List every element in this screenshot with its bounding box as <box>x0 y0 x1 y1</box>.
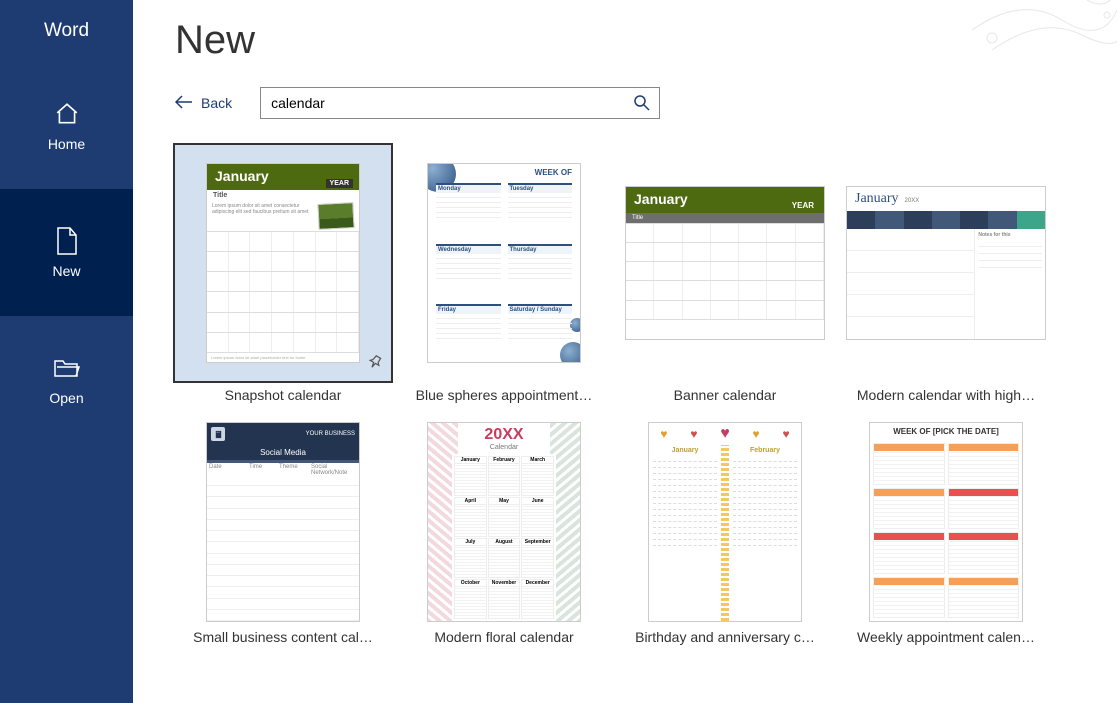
decorative-swirl <box>962 0 1117 90</box>
building-icon <box>211 427 225 441</box>
search-button[interactable] <box>630 91 654 115</box>
template-floral-calendar[interactable]: 20XX Calendar January February March Apr… <box>396 421 612 645</box>
heart-icon: ♥ <box>690 427 697 441</box>
arrow-left-icon <box>175 95 193 112</box>
template-row3-3[interactable]: Family Weekly Calendar WEEK OF <box>617 663 833 703</box>
nav-label: New <box>52 263 80 279</box>
thumb-title-label: Title <box>207 190 359 201</box>
thumb-heading: January <box>634 191 688 207</box>
thumb-year: YEAR <box>326 179 353 188</box>
search-box <box>260 87 660 119</box>
template-label: Banner calendar <box>674 387 777 403</box>
app-title: Word <box>0 0 133 62</box>
template-label: Weekly appointment calen… <box>857 629 1035 645</box>
template-row3-1[interactable]: JANYEAR 01 02 <box>175 663 391 703</box>
template-blue-spheres[interactable]: WEEK OF Monday Tuesday Wednesday Thursda… <box>396 145 612 403</box>
home-icon <box>53 100 81 128</box>
thumb-heading: January <box>215 168 269 184</box>
nav-label: Open <box>49 390 83 406</box>
search-icon <box>633 94 651 112</box>
nav-home[interactable]: Home <box>0 62 133 189</box>
sidebar: Word Home New Open <box>0 0 133 703</box>
heart-icon: ♥ <box>753 427 760 441</box>
nav-new[interactable]: New <box>0 189 133 316</box>
template-label: Modern calendar with high… <box>857 387 1035 403</box>
template-label: Small business content cal… <box>193 629 373 645</box>
document-new-icon <box>53 227 81 255</box>
template-label: Birthday and anniversary c… <box>635 629 815 645</box>
heart-icon: ♥ <box>720 425 730 443</box>
heart-icon: ♥ <box>660 427 667 441</box>
template-row3-4[interactable]: January YEAR Title <box>838 663 1054 703</box>
thumb-year: YEAR <box>788 200 818 211</box>
template-banner-calendar[interactable]: January YEAR Title Banner calendar <box>617 145 833 403</box>
template-weekly-appointment[interactable]: WEEK OF [PICK THE DATE] Weekly appointme… <box>838 421 1054 645</box>
template-label: Modern floral calendar <box>434 629 573 645</box>
heart-icon: ♥ <box>782 427 789 441</box>
back-label: Back <box>201 95 232 111</box>
template-snapshot-calendar[interactable]: January YEAR Title Lorem ipsum dolor sit… <box>175 145 391 403</box>
template-label: Blue spheres appointment… <box>416 387 593 403</box>
template-birthday-anniversary[interactable]: ♥ ♥ ♥ ♥ ♥ January February Birthday and … <box>617 421 833 645</box>
nav-open[interactable]: Open <box>0 316 133 443</box>
back-button[interactable]: Back <box>175 95 232 112</box>
template-row3-2[interactable]: WEEK OF [PICK THE DATE] Monday Tuesday <box>396 663 612 703</box>
main-content: New Back <box>133 0 1117 703</box>
thumb-title-label: Title <box>626 213 824 223</box>
pin-icon[interactable] <box>367 354 383 375</box>
nav-label: Home <box>48 136 85 152</box>
template-small-business[interactable]: YOUR BUSINESS Social Media DateTimeTheme… <box>175 421 391 645</box>
topbar: Back <box>175 87 1117 119</box>
thumb-heading: WEEK OF [PICK THE DATE] <box>870 423 1022 440</box>
templates-grid: January YEAR Title Lorem ipsum dolor sit… <box>175 145 1117 703</box>
search-input[interactable] <box>260 87 660 119</box>
template-label: Snapshot calendar <box>225 387 342 403</box>
template-modern-calendar[interactable]: January 20XX <box>838 145 1054 403</box>
folder-open-icon <box>53 354 81 382</box>
